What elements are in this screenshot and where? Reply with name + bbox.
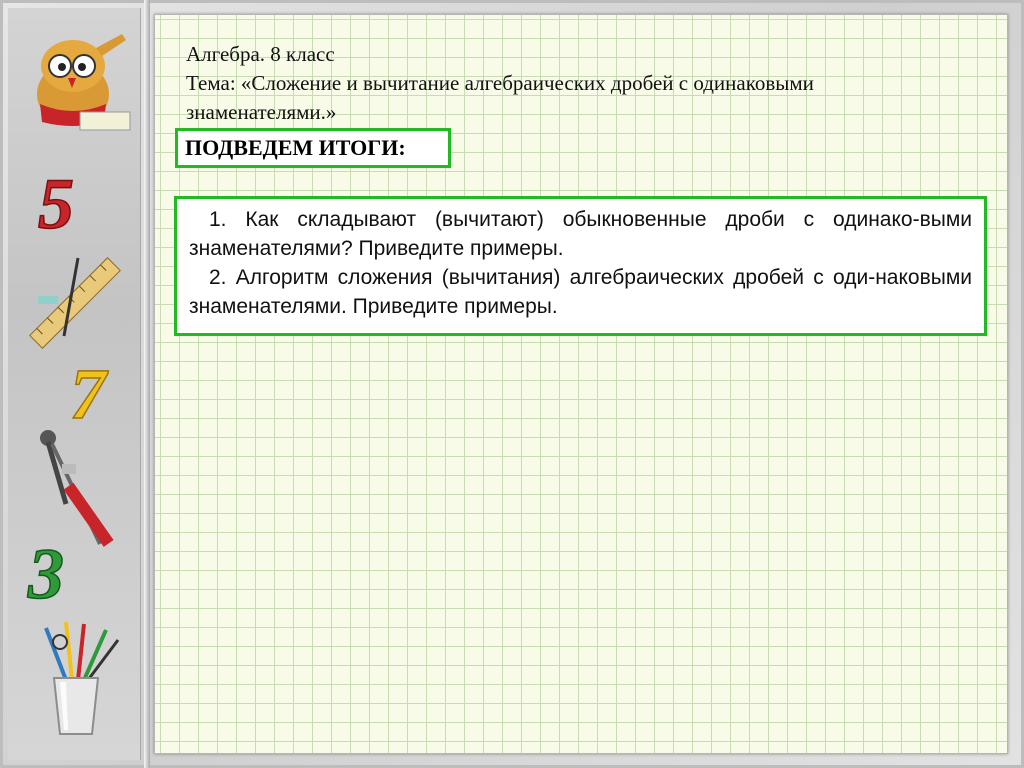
summary-heading-box: ПОДВЕДЕМ ИТОГИ: — [175, 128, 451, 168]
topic-line-continued: знаменателями.» — [186, 100, 337, 124]
digit-three-text: 3 — [27, 538, 64, 608]
summary-heading: ПОДВЕДЕМ ИТОГИ: — [185, 135, 406, 160]
digit-seven-text: 7 — [70, 358, 109, 428]
digit-three-icon: 3 — [26, 538, 65, 608]
question-item-1: 1. Как складывают (вычитают) обыкновенны… — [189, 208, 972, 260]
questions-box: 1. Как складывают (вычитают) обыкновенны… — [174, 196, 987, 336]
ruler-pencil-icon — [29, 257, 121, 349]
subject-line: Алгебра. 8 класс — [186, 42, 335, 66]
topic-line: Тема: «Сложение и вычитание алгебраическ… — [186, 71, 814, 95]
digit-seven-icon: 7 — [69, 358, 110, 428]
pencil-cup-icon — [44, 621, 120, 735]
divider-rail — [144, 0, 150, 768]
digit-five-icon: 5 — [37, 168, 75, 238]
owl-mascot-icon — [37, 34, 131, 131]
decorative-sidebar: 5 7 3 — [8, 8, 141, 760]
question-item-2: 2. Алгоритм сложения (вычитания) алгебра… — [189, 266, 972, 318]
compass-icon — [40, 430, 114, 547]
digit-five-text: 5 — [38, 168, 74, 238]
slide-header: Алгебра. 8 класс Тема: «Сложение и вычит… — [186, 40, 986, 127]
